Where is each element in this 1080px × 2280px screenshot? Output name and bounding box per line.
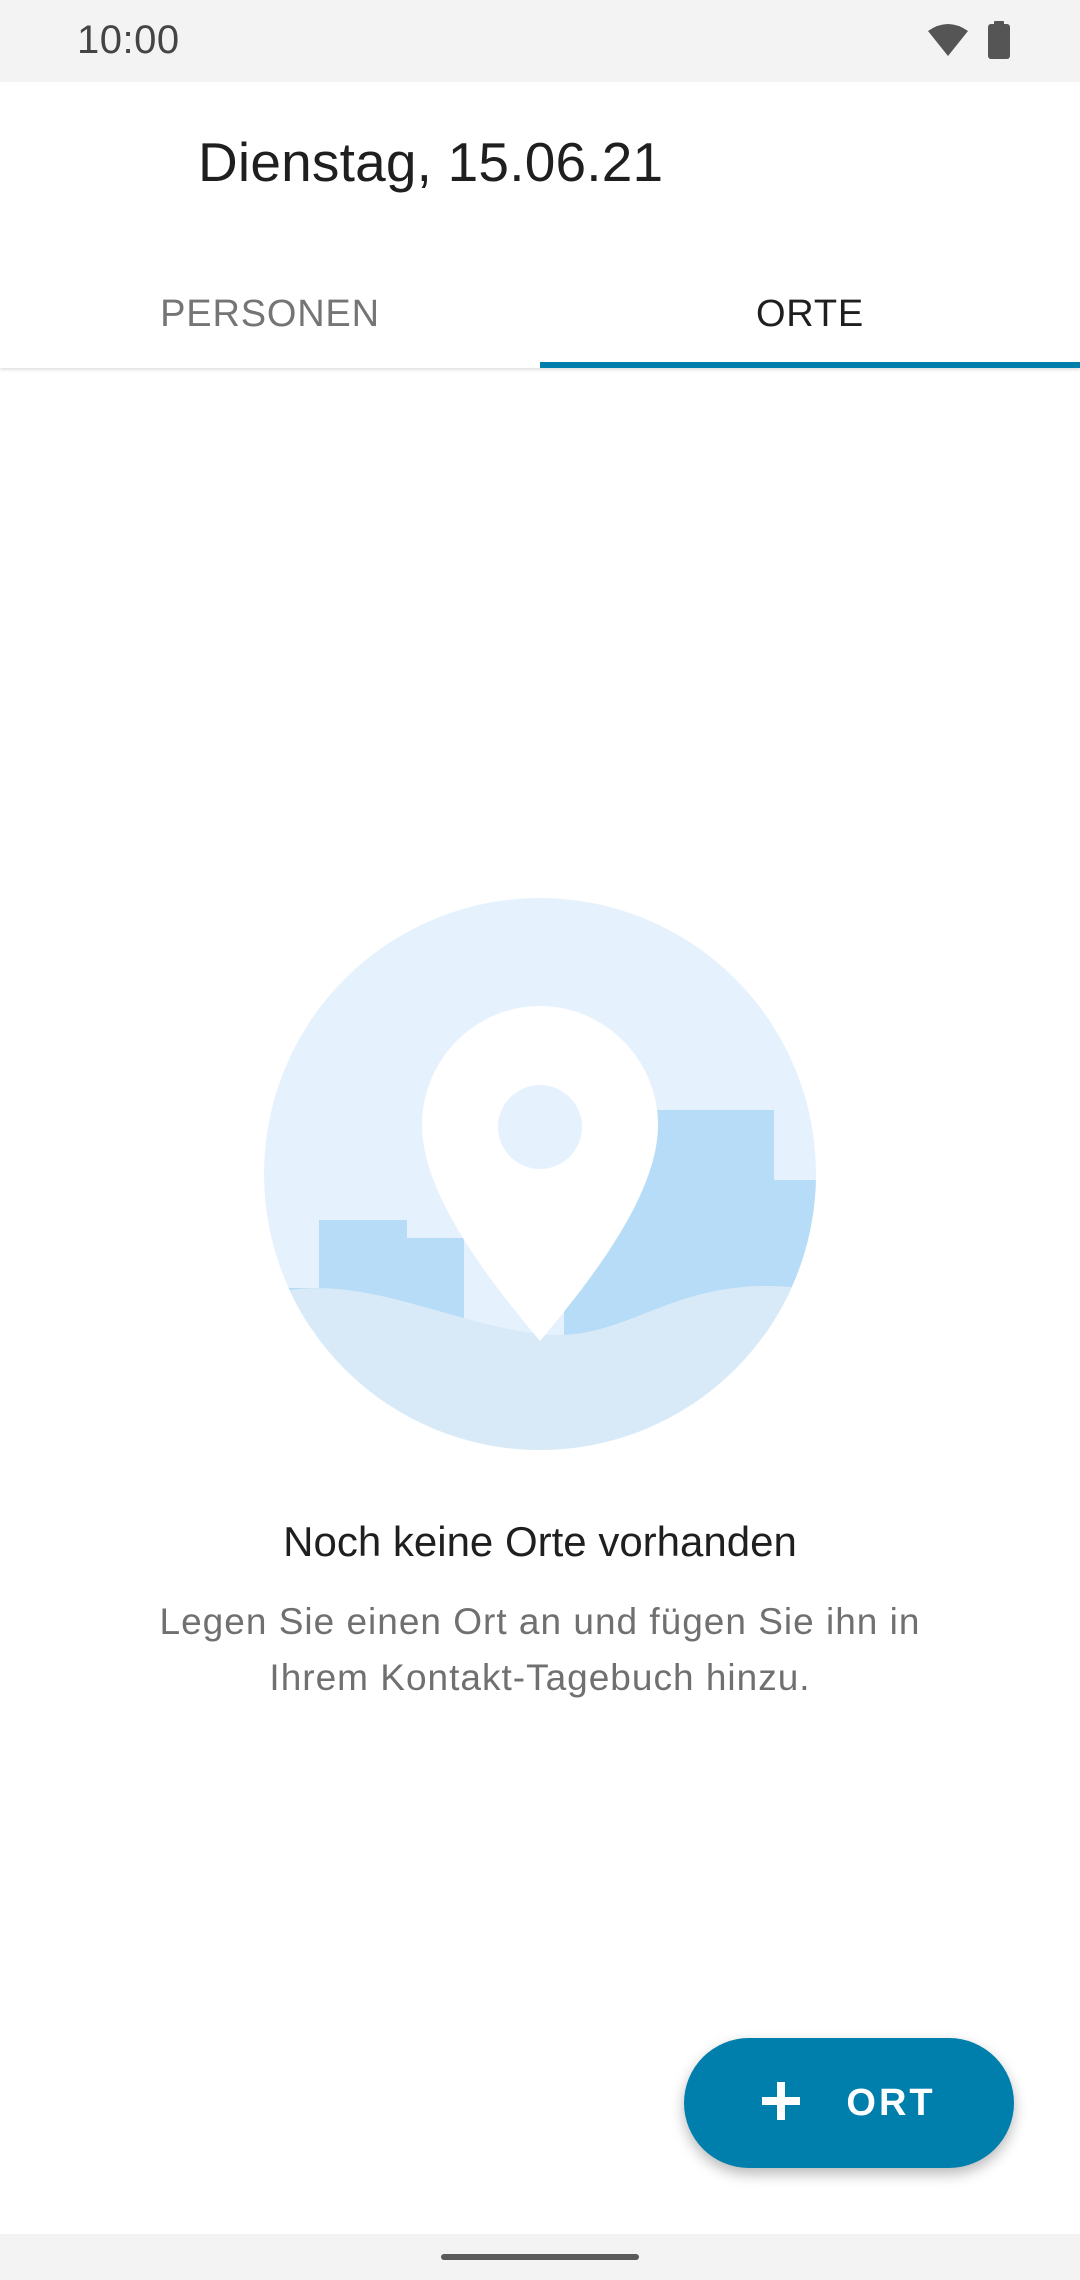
fab-label: ORT (846, 2081, 936, 2124)
tab-label: ORTE (755, 292, 865, 335)
location-pin-icon (264, 898, 816, 1450)
screen: 10:00 Dienstag, 15.06.21 PERSONEN ORTE N… (0, 0, 1080, 2280)
empty-state-title: Noch keine Orte vorhanden (283, 1518, 797, 1565)
add-place-button[interactable]: ORT (684, 2038, 1014, 2168)
status-time: 10:00 (77, 18, 180, 62)
wifi-icon (928, 23, 968, 62)
tab-bar: PERSONEN ORTE (0, 260, 1080, 368)
status-icons (928, 20, 1010, 64)
page-title: Dienstag, 15.06.21 (198, 131, 664, 193)
status-bar: 10:00 (0, 0, 1080, 82)
tab-personen[interactable]: PERSONEN (0, 260, 540, 368)
navigation-bar (0, 2234, 1080, 2280)
plus-icon (762, 2081, 801, 2125)
empty-state-description: Legen Sie einen Ort an und fügen Sie ihn… (159, 1601, 921, 1698)
battery-icon (988, 20, 1010, 64)
tab-label: PERSONEN (160, 292, 380, 335)
header: Dienstag, 15.06.21 PERSONEN ORTE (0, 82, 1080, 368)
tab-indicator (540, 362, 1080, 368)
tab-orte[interactable]: ORTE (540, 260, 1080, 368)
home-gesture-handle[interactable] (441, 2254, 639, 2260)
